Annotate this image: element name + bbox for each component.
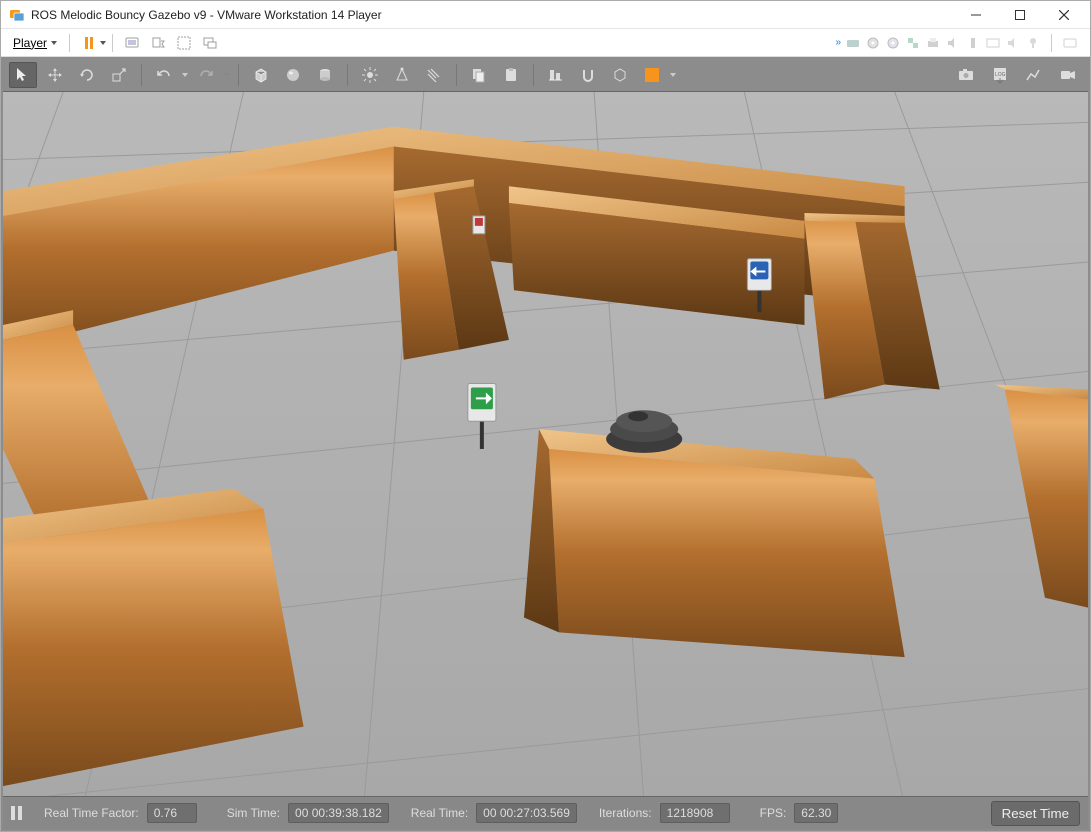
redo-button[interactable] bbox=[192, 62, 220, 88]
message-icon[interactable] bbox=[1062, 35, 1078, 51]
log-button[interactable]: LOG bbox=[986, 62, 1014, 88]
dropdown-icon[interactable] bbox=[224, 73, 230, 77]
undo-button[interactable] bbox=[150, 62, 178, 88]
minimize-button[interactable] bbox=[954, 1, 998, 29]
reset-time-button[interactable]: Reset Time bbox=[991, 801, 1080, 826]
window-title: ROS Melodic Bouncy Gazebo v9 - VMware Wo… bbox=[31, 8, 382, 22]
maximize-button[interactable] bbox=[998, 1, 1042, 29]
sound-icon[interactable] bbox=[945, 35, 961, 51]
scale-tool[interactable] bbox=[105, 62, 133, 88]
display-icon[interactable] bbox=[985, 35, 1001, 51]
record-video-button[interactable] bbox=[1054, 62, 1082, 88]
sphere-shape-button[interactable] bbox=[279, 62, 307, 88]
separator bbox=[533, 64, 534, 86]
gazebo-status-bar: Real Time Factor: 0.76 Sim Time: 00 00:3… bbox=[3, 797, 1088, 829]
separator bbox=[456, 64, 457, 86]
player-menu-label: Player bbox=[13, 36, 47, 50]
vm-pause-button[interactable] bbox=[78, 32, 100, 54]
scene-render bbox=[3, 92, 1088, 796]
plot-button[interactable] bbox=[1020, 62, 1048, 88]
chevrons-icon[interactable]: » bbox=[835, 37, 841, 48]
separator bbox=[347, 64, 348, 86]
gazebo-window: LOG bbox=[1, 57, 1090, 831]
separator bbox=[112, 34, 113, 52]
svg-text:LOG: LOG bbox=[995, 72, 1006, 78]
rotate-tool[interactable] bbox=[73, 62, 101, 88]
realtime-value: 00 00:27:03.569 bbox=[476, 803, 577, 823]
fps-value: 62.30 bbox=[794, 803, 838, 823]
translate-tool[interactable] bbox=[41, 62, 69, 88]
separator bbox=[69, 34, 70, 52]
rtf-value: 0.76 bbox=[147, 803, 197, 823]
network-icon[interactable] bbox=[905, 35, 921, 51]
directional-light-button[interactable] bbox=[420, 62, 448, 88]
realtime-label: Real Time: bbox=[411, 806, 468, 820]
selection-highlight-button[interactable] bbox=[638, 62, 666, 88]
player-menu[interactable]: Player bbox=[7, 34, 63, 52]
dropdown-icon[interactable] bbox=[182, 73, 188, 77]
gazebo-3d-viewport[interactable] bbox=[3, 91, 1088, 797]
simtime-label: Sim Time: bbox=[227, 806, 280, 820]
select-tool[interactable] bbox=[9, 62, 37, 88]
vmware-toolbar: Player » bbox=[1, 29, 1090, 57]
iterations-label: Iterations: bbox=[599, 806, 652, 820]
point-light-button[interactable] bbox=[356, 62, 384, 88]
fullscreen-icon[interactable] bbox=[173, 32, 195, 54]
dropdown-icon bbox=[51, 41, 57, 45]
box-shape-button[interactable] bbox=[247, 62, 275, 88]
snap-button[interactable] bbox=[574, 62, 602, 88]
snapshot-icon[interactable] bbox=[147, 32, 169, 54]
gazebo-toolbar: LOG bbox=[3, 59, 1088, 91]
align-button[interactable] bbox=[542, 62, 570, 88]
usb-icon[interactable] bbox=[965, 35, 981, 51]
cd-icon[interactable] bbox=[865, 35, 881, 51]
separator bbox=[141, 64, 142, 86]
fps-label: FPS: bbox=[760, 806, 787, 820]
vmware-device-tray: » bbox=[835, 34, 1084, 52]
vmware-app-icon bbox=[9, 7, 25, 23]
hdd-icon[interactable] bbox=[845, 35, 861, 51]
rtf-label: Real Time Factor: bbox=[44, 806, 139, 820]
screenshot-button[interactable] bbox=[952, 62, 980, 88]
speaker2-icon[interactable] bbox=[1005, 35, 1021, 51]
separator bbox=[238, 64, 239, 86]
cd2-icon[interactable] bbox=[885, 35, 901, 51]
close-button[interactable] bbox=[1042, 1, 1086, 29]
simtime-value: 00 00:39:38.182 bbox=[288, 803, 389, 823]
dropdown-icon[interactable] bbox=[670, 73, 676, 77]
paste-button[interactable] bbox=[497, 62, 525, 88]
spot-light-button[interactable] bbox=[388, 62, 416, 88]
send-ctrl-alt-del-icon[interactable] bbox=[121, 32, 143, 54]
copy-button[interactable] bbox=[465, 62, 493, 88]
printer-icon[interactable] bbox=[925, 35, 941, 51]
dropdown-icon bbox=[100, 41, 106, 45]
sim-play-pause-button[interactable] bbox=[11, 806, 22, 820]
view-angle-button[interactable] bbox=[606, 62, 634, 88]
iterations-value: 1218908 bbox=[660, 803, 730, 823]
mic-icon[interactable] bbox=[1025, 35, 1041, 51]
separator bbox=[1051, 34, 1052, 52]
cylinder-shape-button[interactable] bbox=[311, 62, 339, 88]
unity-icon[interactable] bbox=[199, 32, 221, 54]
window-titlebar: ROS Melodic Bouncy Gazebo v9 - VMware Wo… bbox=[1, 1, 1090, 29]
